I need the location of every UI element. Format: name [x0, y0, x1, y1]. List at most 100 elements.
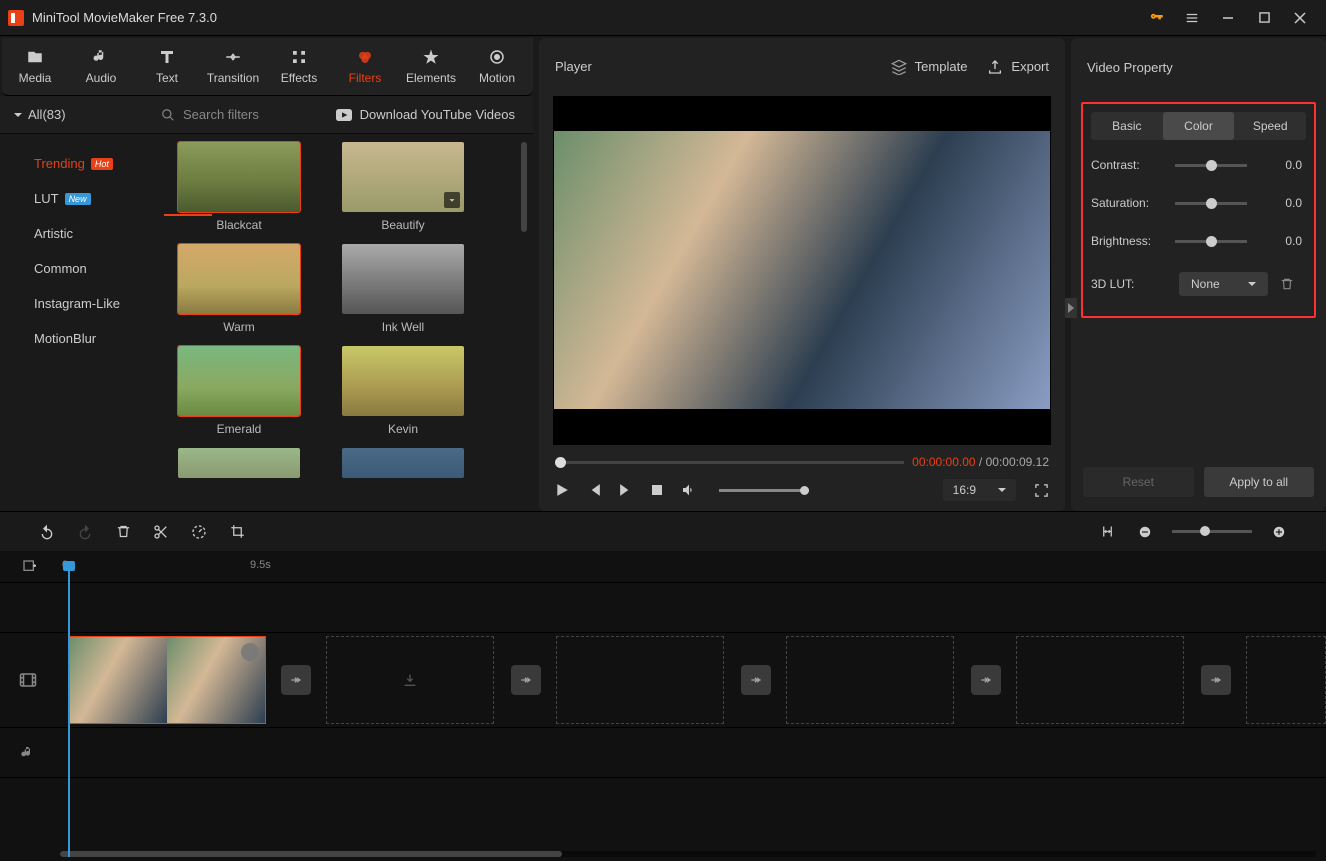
audio-track[interactable]: [0, 728, 1326, 778]
prev-frame-button[interactable]: [587, 483, 601, 497]
empty-slot[interactable]: [1016, 636, 1184, 724]
fullscreen-button[interactable]: [1034, 483, 1049, 498]
play-button[interactable]: [555, 483, 569, 497]
split-button[interactable]: [142, 524, 180, 540]
delete-lut-button[interactable]: [1280, 277, 1294, 291]
category-artistic[interactable]: Artistic: [34, 216, 150, 251]
video-track-icon: [0, 671, 55, 689]
player-controls: 16:9: [539, 469, 1065, 511]
apply-all-button[interactable]: Apply to all: [1204, 467, 1315, 497]
nav-text[interactable]: Text: [134, 38, 200, 95]
close-button[interactable]: [1282, 0, 1318, 36]
filter-kevin[interactable]: Kevin: [342, 346, 464, 444]
tab-color[interactable]: Color: [1163, 112, 1235, 140]
volume-button[interactable]: [681, 482, 697, 498]
overlay-track[interactable]: [0, 583, 1326, 633]
preview-image: [554, 131, 1050, 409]
category-motionblur[interactable]: MotionBlur: [34, 321, 150, 356]
filter-blackcat[interactable]: Blackcat: [178, 142, 300, 240]
crop-button[interactable]: [218, 524, 256, 539]
nav-audio[interactable]: Audio: [68, 38, 134, 95]
search-input[interactable]: Search filters: [145, 107, 336, 122]
trash-icon: [1280, 277, 1294, 291]
delete-button[interactable]: [104, 524, 142, 539]
aspect-ratio-select[interactable]: 16:9: [943, 479, 1016, 501]
transition-slot[interactable]: [971, 665, 1001, 695]
category-common[interactable]: Common: [34, 251, 150, 286]
brightness-slider[interactable]: [1175, 240, 1247, 243]
maximize-button[interactable]: [1246, 0, 1282, 36]
filter-warm[interactable]: Warm: [178, 244, 300, 342]
horizontal-scrollbar[interactable]: [60, 851, 1316, 857]
undo-button[interactable]: [28, 524, 66, 540]
key-icon[interactable]: [1138, 0, 1174, 36]
filter-inkwell[interactable]: Ink Well: [342, 244, 464, 342]
template-button[interactable]: Template: [891, 59, 968, 75]
transition-slot[interactable]: [511, 665, 541, 695]
property-title: Video Property: [1071, 38, 1326, 96]
empty-slot[interactable]: [786, 636, 954, 724]
zoom-slider[interactable]: [1172, 530, 1252, 533]
nav-effects[interactable]: Effects: [266, 38, 332, 95]
filter-beautify[interactable]: Beautify: [342, 142, 464, 240]
player-panel: Player Template Export 00:00:00.00 / 00:…: [539, 38, 1065, 511]
transition-slot[interactable]: [281, 665, 311, 695]
next-frame-button[interactable]: [619, 483, 633, 497]
tab-speed[interactable]: Speed: [1234, 112, 1306, 140]
filter-emerald[interactable]: Emerald: [178, 346, 300, 444]
left-panel: Media Audio Text Transition Effects Filt…: [0, 36, 533, 511]
filter-item[interactable]: [342, 448, 464, 478]
transition-slot[interactable]: [1201, 665, 1231, 695]
nav-elements[interactable]: Elements: [398, 38, 464, 95]
saturation-row: Saturation: 0.0: [1091, 196, 1306, 210]
empty-slot[interactable]: [556, 636, 724, 724]
category-list: TrendingHot LUTNew Artistic Common Insta…: [0, 134, 150, 511]
minimize-button[interactable]: [1210, 0, 1246, 36]
nav-filters[interactable]: Filters: [332, 38, 398, 95]
preview-area: [553, 96, 1051, 445]
fit-button[interactable]: [1088, 524, 1126, 539]
timeline-ruler[interactable]: 0s 9.5s: [0, 551, 1326, 583]
chevron-down-icon: [1248, 280, 1256, 288]
filter-toolbar: All(83) Search filters Download YouTube …: [0, 96, 533, 134]
contrast-slider[interactable]: [1175, 164, 1247, 167]
playhead[interactable]: [68, 567, 70, 857]
tab-basic[interactable]: Basic: [1091, 112, 1163, 140]
filter-grid: Blackcat Beautify Warm Ink Well Emerald …: [150, 134, 533, 511]
category-instagram[interactable]: Instagram-Like: [34, 286, 150, 321]
zoom-out-button[interactable]: [1126, 525, 1164, 539]
video-track[interactable]: [0, 633, 1326, 728]
menu-icon[interactable]: [1174, 0, 1210, 36]
stop-button[interactable]: [651, 484, 663, 496]
zoom-in-button[interactable]: [1260, 525, 1298, 539]
video-clip[interactable]: [68, 636, 266, 724]
add-track-button[interactable]: [22, 559, 38, 575]
empty-slot[interactable]: [326, 636, 494, 724]
scrollbar[interactable]: [521, 142, 527, 232]
redo-button[interactable]: [66, 524, 104, 540]
download-youtube-button[interactable]: Download YouTube Videos: [336, 107, 533, 122]
category-trending[interactable]: TrendingHot: [34, 146, 150, 181]
speed-button[interactable]: [180, 524, 218, 540]
saturation-slider[interactable]: [1175, 202, 1247, 205]
seek-bar[interactable]: 00:00:00.00 / 00:00:09.12: [555, 455, 1049, 469]
brightness-row: Brightness: 0.0: [1091, 234, 1306, 248]
chevron-down-icon: [998, 486, 1006, 494]
nav-motion[interactable]: Motion: [464, 38, 530, 95]
category-lut[interactable]: LUTNew: [34, 181, 150, 216]
lut-dropdown[interactable]: None: [1179, 272, 1268, 296]
reset-button[interactable]: Reset: [1083, 467, 1194, 497]
volume-slider[interactable]: [719, 489, 809, 492]
collapse-button[interactable]: [1065, 298, 1077, 318]
lut-row: 3D LUT: None: [1091, 272, 1306, 296]
filter-item[interactable]: [178, 448, 300, 478]
download-icon: [444, 192, 460, 208]
color-properties: Basic Color Speed Contrast: 0.0 Saturati…: [1081, 102, 1316, 318]
nav-media[interactable]: Media: [2, 38, 68, 95]
empty-slot[interactable]: [1246, 636, 1326, 724]
property-tabs: Basic Color Speed: [1091, 112, 1306, 140]
export-button[interactable]: Export: [987, 59, 1049, 75]
all-filters-button[interactable]: All(83): [0, 107, 145, 122]
transition-slot[interactable]: [741, 665, 771, 695]
nav-transition[interactable]: Transition: [200, 38, 266, 95]
